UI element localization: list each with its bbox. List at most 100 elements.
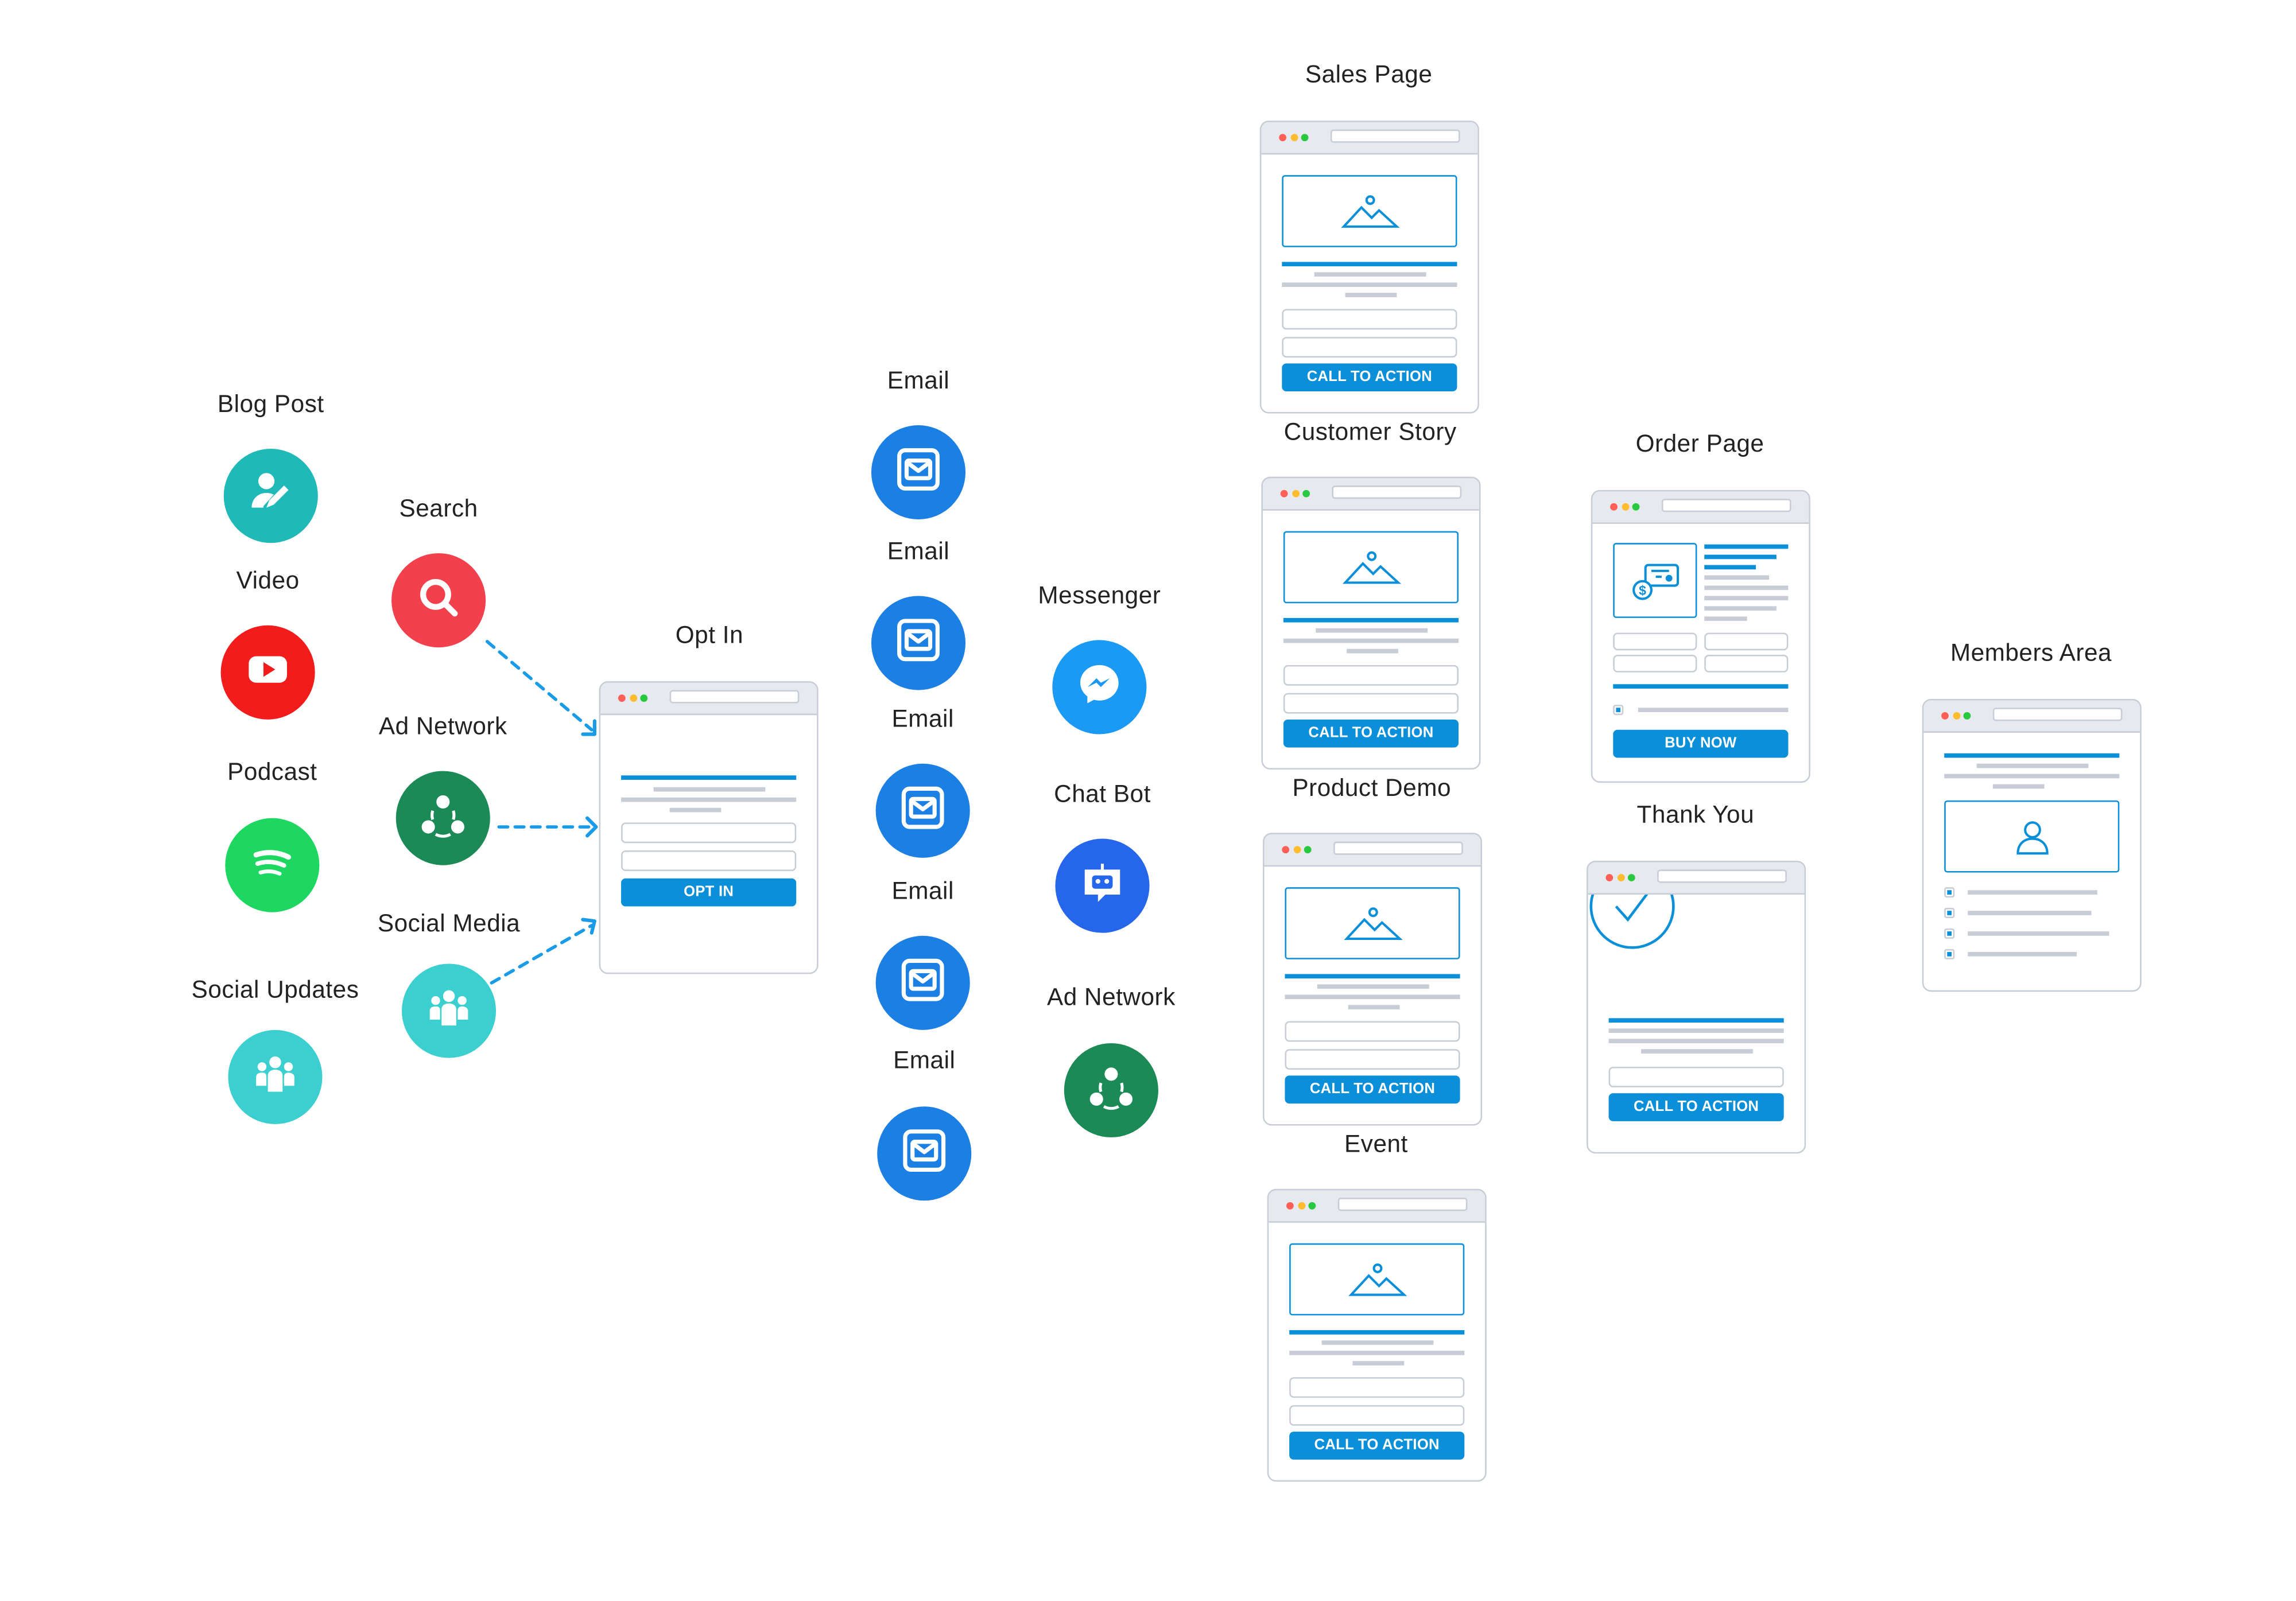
- : [1316, 628, 1428, 632]
- source-ad_network-node[interactable]: [395, 771, 490, 865]
- source-video-node[interactable]: [220, 625, 315, 720]
- input-field[interactable]: [1289, 1405, 1465, 1426]
- followup-email-label: Email: [891, 706, 954, 733]
- input-field[interactable]: [1282, 309, 1457, 330]
- input-field[interactable]: [1283, 665, 1459, 686]
- : [1704, 596, 1789, 600]
- followup-email-node[interactable]: [875, 763, 970, 858]
- followup-email-node[interactable]: [877, 1106, 972, 1201]
- input-field[interactable]: [1704, 655, 1789, 673]
- source-podcast-label: Podcast: [227, 759, 317, 786]
- name-input[interactable]: [621, 822, 797, 844]
- : [1289, 1330, 1465, 1334]
- : [1317, 984, 1429, 988]
- input-field[interactable]: [1608, 1066, 1784, 1087]
- followup-messenger-node[interactable]: [1052, 640, 1147, 735]
- lesson-checkbox[interactable]: [1944, 887, 1955, 898]
- address-bar: [1333, 841, 1463, 855]
- : [1944, 774, 2120, 778]
- : [1704, 554, 1777, 559]
- page-product-demo-button[interactable]: CALL TO ACTION: [1285, 1075, 1460, 1104]
- source-social_updates-node[interactable]: [228, 1029, 323, 1124]
- source-search-node[interactable]: [391, 553, 486, 648]
- page-opt-in-window[interactable]: OPT IN: [599, 681, 819, 974]
- : [621, 797, 797, 802]
- page-order-page-title: Order Page: [1635, 431, 1764, 458]
- page-thank-you-window[interactable]: CALL TO ACTION: [1587, 860, 1806, 1154]
- page-thank-you-button[interactable]: CALL TO ACTION: [1608, 1093, 1784, 1121]
- followup-email-node[interactable]: [875, 935, 970, 1030]
- search-icon: [412, 570, 465, 631]
- lesson-checkbox[interactable]: [1944, 949, 1955, 959]
- window-dot-icon: [1308, 1202, 1316, 1210]
- email-input[interactable]: [621, 850, 797, 871]
- email-icon: [892, 613, 945, 673]
- page-sales-page-button[interactable]: CALL TO ACTION: [1282, 363, 1457, 392]
- youtube-icon: [242, 642, 294, 702]
- input-field[interactable]: [1289, 1377, 1465, 1398]
- : [653, 787, 766, 791]
- followup-email-label: Email: [887, 368, 950, 395]
- followup-email-node[interactable]: [871, 596, 966, 690]
- terms-checkbox[interactable]: [1613, 705, 1624, 716]
- page-thank-you-title: Thank You: [1636, 802, 1755, 829]
- input-field[interactable]: [1285, 1049, 1460, 1070]
- : [1976, 763, 2089, 768]
- address-bar: [1337, 1198, 1468, 1211]
- ad-network-icon: [417, 788, 470, 848]
- page-order-page-window[interactable]: $ BUY NOW: [1591, 489, 1810, 783]
- input-field[interactable]: [1613, 632, 1697, 651]
- : [1289, 1350, 1465, 1355]
- input-field[interactable]: [1283, 693, 1459, 714]
- followup-ad-network-node[interactable]: [1064, 1043, 1158, 1138]
- source-blog-node[interactable]: [223, 449, 318, 543]
- page-sales-page-title: Sales Page: [1305, 61, 1433, 88]
- : [1608, 1018, 1784, 1022]
- address-bar: [1657, 869, 1787, 883]
- : [1968, 931, 2109, 935]
- browser-titlebar: [1588, 862, 1805, 895]
- followup-email-label: Email: [891, 878, 954, 905]
- : [1285, 994, 1460, 998]
- window-dot-icon: [1291, 489, 1299, 498]
- page-customer-story-button[interactable]: CALL TO ACTION: [1283, 719, 1459, 748]
- page-opt-in-button[interactable]: OPT IN: [621, 878, 797, 907]
- page-event-title: Event: [1344, 1131, 1408, 1158]
- followup-chat-bot-node[interactable]: [1055, 838, 1150, 933]
- window-dot-icon: [1297, 1202, 1305, 1210]
- : [621, 775, 797, 779]
- page-product-demo-window[interactable]: CALL TO ACTION: [1262, 833, 1483, 1126]
- window-dot-icon: [618, 694, 626, 702]
- lesson-checkbox[interactable]: [1944, 908, 1955, 918]
- page-members-area-title: Members Area: [1950, 640, 2112, 667]
- page-customer-story-window[interactable]: CALL TO ACTION: [1261, 476, 1481, 770]
- input-field[interactable]: [1282, 337, 1457, 358]
- input-field[interactable]: [1285, 1021, 1460, 1042]
- page-members-area-window[interactable]: [1922, 698, 2142, 992]
- page-event-button[interactable]: CALL TO ACTION: [1289, 1431, 1465, 1460]
- page-event-window[interactable]: CALL TO ACTION: [1267, 1188, 1487, 1482]
- source-social_media-node[interactable]: [401, 963, 497, 1058]
- browser-titlebar: [1269, 1190, 1486, 1223]
- : [1944, 753, 2120, 757]
- people-icon: [249, 1047, 301, 1107]
- followup-email-node[interactable]: [871, 425, 966, 520]
- : [1704, 575, 1770, 579]
- input-field[interactable]: [1613, 655, 1697, 673]
- window-dot-icon: [1293, 846, 1301, 854]
- user-icon: [2016, 820, 2048, 854]
- window-dot-icon: [1279, 134, 1287, 142]
- source-social_media-label: Social Media: [377, 911, 521, 938]
- page-order-page-button[interactable]: BUY NOW: [1613, 729, 1789, 758]
- lesson-checkbox[interactable]: [1944, 928, 1955, 939]
- : [1638, 708, 1789, 712]
- source-search-label: Search: [399, 496, 478, 523]
- browser-titlebar: [600, 682, 817, 716]
- source-podcast-node[interactable]: [225, 818, 320, 912]
- image-placeholder-icon: [1343, 906, 1402, 939]
- page-sales-page-window[interactable]: CALL TO ACTION: [1259, 121, 1479, 414]
- email-icon: [897, 780, 949, 841]
- input-field[interactable]: [1704, 632, 1789, 651]
- address-bar: [669, 690, 800, 704]
- image-placeholder: [1285, 887, 1460, 959]
